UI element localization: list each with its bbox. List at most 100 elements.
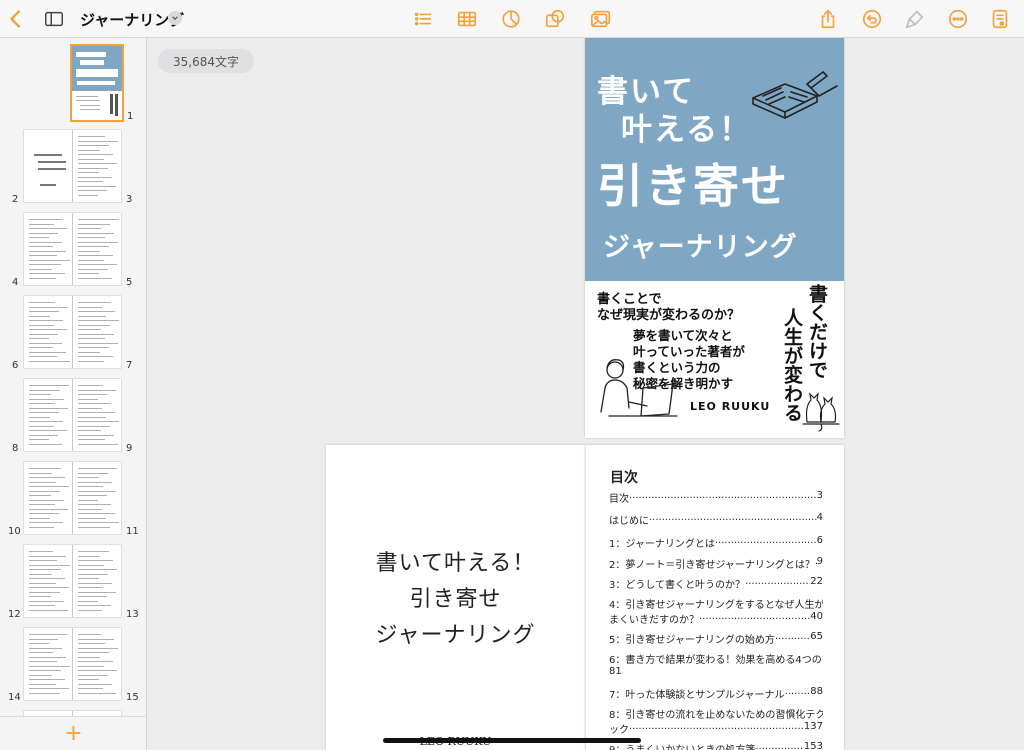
page-number: 1 [127, 111, 134, 122]
person-with-laptop-illustration [600, 359, 678, 417]
sidebar-icon[interactable] [42, 7, 66, 31]
page-number: 12 [8, 609, 21, 620]
page-thumbnail[interactable] [73, 130, 121, 202]
toolbar: ジャーナリング [0, 0, 1024, 38]
cover-page[interactable]: 書いて 叶える！ 引き寄せ ジャーナリング 書くことで なぜ現実が変わるのか？ … [585, 38, 844, 438]
shapes-icon[interactable] [543, 7, 567, 31]
toc-dot-leader [629, 721, 804, 736]
page-number: 3 [126, 194, 133, 205]
toc-entry-title: まくいきだすのか？ [609, 615, 699, 626]
toc-entry-title: 8：引き寄せの流れを止めないための習慣化テクニ [609, 710, 823, 721]
page-thumbnail[interactable] [24, 628, 72, 700]
cover-vertical-text-2: 人生が変わる [781, 308, 803, 422]
toc-entry[interactable]: 8：引き寄せの流れを止めないための習慣化テクニ [609, 706, 823, 721]
cover-author: LEO RUUKU [690, 400, 771, 413]
toc-entry-page: 40 [810, 611, 823, 622]
toc-entry[interactable]: ック 137 [609, 721, 823, 736]
title-page[interactable]: 書いて叶える！ 引き寄せ ジャーナリング LEO RUUKU [326, 445, 585, 750]
back-chevron-icon[interactable] [4, 7, 28, 31]
page-thumbnail-1[interactable] [72, 46, 122, 120]
home-indicator[interactable] [383, 738, 641, 743]
toc-dot-leader [715, 535, 817, 550]
toc-entry[interactable]: 4：引き寄せジャーナリングをするとなぜ人生がう [609, 596, 823, 611]
toc-entry-page: 88 [810, 686, 823, 697]
brush-icon[interactable] [903, 7, 927, 31]
toc-dot-leader [785, 686, 811, 701]
toc-entry[interactable]: 3：どうして書くと叶うのか？ 22 [609, 576, 823, 591]
cover-vertical-text-1: 書くだけで [806, 284, 828, 379]
toc-entry[interactable]: 9：うまくいかないときの処方箋153 [609, 741, 823, 750]
page-thumbnail[interactable] [73, 379, 121, 451]
title-page-line3: ジャーナリング [375, 623, 536, 648]
title-page-line2: 引き寄せ [409, 587, 502, 612]
title-page-line1: 書いて叶える！ [375, 551, 536, 576]
page-thumbnail[interactable] [73, 296, 121, 368]
title-chevron-down-icon[interactable] [168, 11, 182, 25]
toc-entry-page: 3 [816, 490, 823, 501]
toc-entry-title: ック [609, 725, 629, 736]
page-thumbnail[interactable] [24, 545, 72, 617]
toc-entry-page: 9 [816, 556, 823, 567]
page-number: 14 [8, 692, 21, 703]
undo-icon[interactable] [860, 7, 884, 31]
page-thumbnail[interactable] [73, 628, 121, 700]
toc-entry[interactable]: 6：書き方で結果が変わる！効果を高める4つのコツ [609, 651, 823, 666]
page-number: 9 [126, 443, 133, 454]
page-number: 5 [126, 277, 133, 288]
toc-entry-title: 4：引き寄せジャーナリングをするとなぜ人生がう [609, 600, 823, 611]
toc-entry[interactable]: 81 [609, 666, 823, 677]
toc-dot-leader [699, 611, 810, 626]
more-icon[interactable] [946, 7, 970, 31]
toc-entry[interactable]: 目次 3 [609, 490, 823, 505]
page-number: 4 [12, 277, 19, 288]
media-icon[interactable] [589, 7, 613, 31]
toc-entry-page: 137 [803, 721, 823, 732]
page-thumbnail[interactable] [24, 296, 72, 368]
page-number: 15 [126, 692, 139, 703]
page-number: 6 [12, 360, 19, 371]
page-number: 13 [126, 609, 139, 620]
document-icon[interactable] [988, 7, 1012, 31]
toc-dot-leader [755, 741, 804, 750]
cats-illustration [802, 392, 840, 432]
toc-entry[interactable]: 5：引き寄せジャーナリングの始め方 65 [609, 631, 823, 646]
toc-entry[interactable]: 7：叶った体験談とサンプルジャーナル 88 [609, 686, 823, 701]
toc-entry[interactable]: まくいきだすのか？ 40 [609, 611, 823, 626]
page-thumbnail[interactable] [24, 130, 72, 202]
toc-dot-leader [629, 490, 817, 505]
toc-entry-title: 2：夢ノート＝引き寄せジャーナリングとは？ [609, 560, 815, 571]
page-thumbnail[interactable] [73, 213, 121, 285]
page-thumbnail[interactable] [24, 213, 72, 285]
document-canvas[interactable]: 35,684文字 書いて 叶える！ 引き寄せ ジャーナリング 書くことで なぜ現… [148, 38, 1024, 750]
table-of-contents-page[interactable]: 目次 目次 3 はじめに 4 1：ジャーナリングとは 6 2：夢ノート＝引き寄せジャーナリン… [585, 445, 844, 750]
page-thumbnail[interactable] [73, 545, 121, 617]
page-thumbnail[interactable] [24, 462, 72, 534]
toc-entry-title: 目次 [609, 494, 629, 505]
share-icon[interactable] [816, 7, 840, 31]
word-count-badge[interactable]: 35,684文字 [158, 49, 254, 73]
add-page-button[interactable]: + [0, 716, 146, 750]
toc-entry[interactable]: 1：ジャーナリングとは 6 [609, 535, 823, 550]
toc-entry-page: 4 [816, 512, 823, 523]
toc-dot-leader [775, 631, 810, 646]
cover-title-line4: ジャーナリング [603, 232, 798, 263]
table-icon[interactable] [455, 7, 479, 31]
page-thumbnail[interactable] [24, 379, 72, 451]
page-thumbnails-sidebar: 1 2 3 4 5 6 7 8 9 10 11 12 13 14 15 + [0, 38, 147, 750]
cover-title-line3: 引き寄せ [597, 159, 789, 213]
toc-entry[interactable]: はじめに 4 [609, 512, 823, 527]
toc-entry-title: はじめに [609, 516, 649, 527]
toc-entry-page: 65 [810, 631, 823, 642]
page-thumbnail[interactable] [73, 462, 121, 534]
cover-question-line2: なぜ現実が変わるのか？ [597, 308, 741, 323]
page-number: 11 [126, 526, 139, 537]
toc-dot-leader [745, 576, 810, 591]
toc-entry-title: 6：書き方で結果が変わる！効果を高める4つのコツ [609, 655, 823, 666]
list-icon[interactable] [411, 7, 435, 31]
toc-dot-leader [649, 512, 817, 527]
chart-icon[interactable] [499, 7, 523, 31]
page-number: 2 [12, 194, 19, 205]
toc-entry-title: 1：ジャーナリングとは [609, 539, 715, 550]
toc-entry[interactable]: 2：夢ノート＝引き寄せジャーナリングとは？9 [609, 556, 823, 571]
toc-entry-title: 7：叶った体験談とサンプルジャーナル [609, 690, 785, 701]
